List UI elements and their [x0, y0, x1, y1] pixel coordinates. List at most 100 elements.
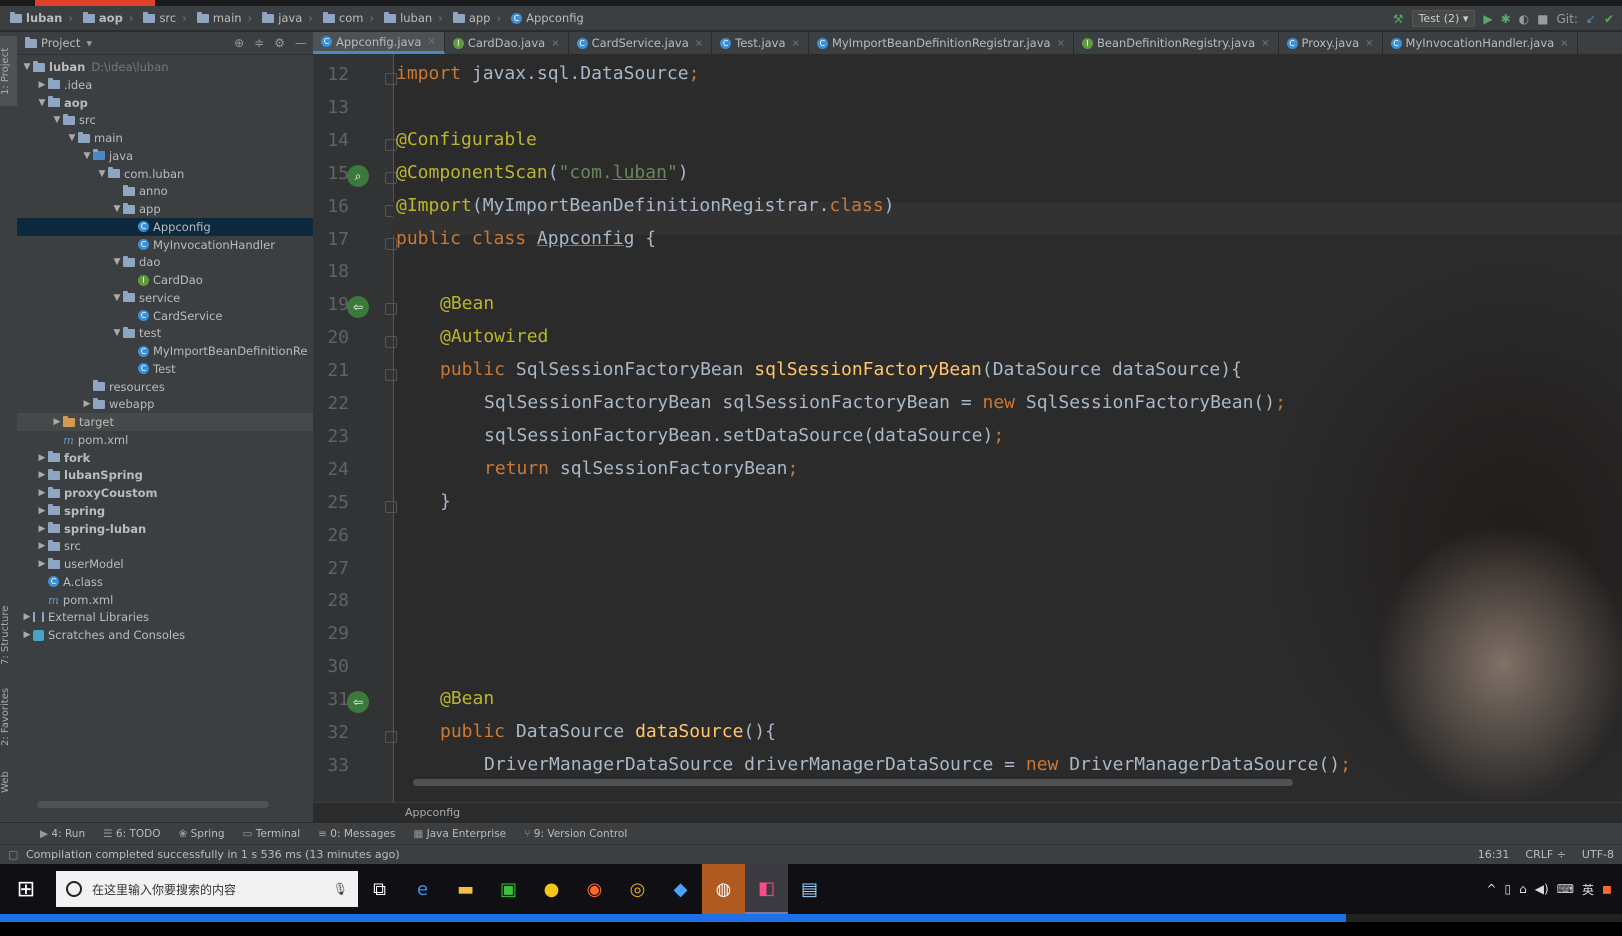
gear-icon[interactable]: ⚙ — [274, 36, 285, 50]
tab-0[interactable]: C Appconfig.java × — [313, 32, 445, 54]
crumb-luban[interactable]: luban › — [10, 11, 73, 25]
close-icon[interactable]: × — [427, 36, 435, 47]
chevron-right-icon[interactable]: ▶ — [36, 524, 48, 534]
fold-marker[interactable] — [385, 369, 397, 382]
notes-app-icon[interactable]: ▤ — [788, 864, 831, 914]
vcs-update-icon[interactable]: ↙ — [1586, 12, 1596, 26]
chevron-right-icon[interactable]: ▶ — [36, 80, 48, 90]
file-explorer-icon[interactable]: ▬ — [444, 864, 487, 914]
tool-window-button[interactable]: ≡ 0: Messages — [318, 828, 395, 840]
tree-item[interactable]: ▼ luban D:\idea\luban — [17, 58, 317, 76]
chevron-down-icon[interactable]: ▼ — [81, 151, 93, 161]
tool-window-button[interactable]: ⑂ 9: Version Control — [524, 828, 627, 840]
tab-5[interactable]: I BeanDefinitionRegistry.java × — [1074, 32, 1279, 54]
tree-item[interactable]: ▶ lubanSpring — [17, 466, 332, 484]
bean-gutter-icon[interactable]: ⇦ — [347, 296, 369, 319]
tree-item[interactable]: ▶ .idea — [17, 76, 332, 94]
chevron-right-icon[interactable]: ▶ — [81, 399, 93, 409]
tree-item[interactable]: ▶ userModel — [17, 555, 332, 573]
editor-breadcrumb[interactable]: Appconfig — [313, 802, 1622, 822]
task-view-icon[interactable]: ⧉ — [358, 864, 401, 914]
crumb-aop[interactable]: aop › — [82, 11, 133, 25]
tab-1[interactable]: I CardDao.java × — [445, 32, 569, 54]
tree-item[interactable]: m pom.xml — [17, 431, 347, 449]
project-view-select[interactable]: Project — [41, 36, 80, 50]
chevron-down-icon[interactable]: ▼ — [21, 62, 33, 72]
chevron-down-icon[interactable]: ▼ — [111, 257, 123, 267]
run-icon[interactable]: ▶ — [1483, 12, 1492, 26]
close-icon[interactable]: × — [551, 38, 559, 49]
microphone-icon[interactable]: 🎙 — [333, 882, 348, 896]
build-hammer-icon[interactable]: ⚒ — [1393, 12, 1404, 26]
coverage-icon[interactable]: ◐ — [1519, 12, 1529, 26]
crumb-app[interactable]: app › — [452, 11, 501, 25]
intellij-idea-icon[interactable]: ◧ — [745, 864, 788, 914]
tree-item[interactable]: ▶ spring — [17, 502, 332, 520]
crumb-appconfig[interactable]: C Appconfig — [511, 11, 584, 25]
windows-start-icon[interactable]: ⊞ — [0, 864, 52, 914]
code-editor[interactable]: 12 13 14 15 16 17 18 19 20 21 22 23 24 25 26 27 28 29 30 31… — [313, 54, 1622, 802]
chevron-right-icon[interactable]: ▶ — [36, 488, 48, 498]
chevron-right-icon[interactable]: ▶ — [36, 559, 48, 569]
tree-item[interactable]: ▶ src — [17, 537, 332, 555]
tool-window-button[interactable]: ▭ Terminal — [243, 828, 301, 840]
run-config-select[interactable]: Test (2) ▾ — [1411, 10, 1476, 27]
chevron-right-icon[interactable]: ▶ — [36, 470, 48, 480]
chevron-right-icon[interactable]: ▶ — [21, 630, 33, 640]
web-tool-button[interactable]: Web — [0, 762, 17, 802]
app-highlighted-icon[interactable]: ◍ — [702, 864, 745, 914]
close-icon[interactable]: × — [1261, 38, 1269, 49]
stop-icon[interactable]: ■ — [1537, 12, 1548, 26]
line-separator[interactable]: CRLF ÷ — [1525, 848, 1566, 861]
close-icon[interactable]: × — [1560, 38, 1568, 49]
tab-4[interactable]: C MyImportBeanDefinitionRegistrar.java × — [809, 32, 1074, 54]
app-blue-icon[interactable]: ◆ — [659, 864, 702, 914]
chevron-down-icon[interactable]: ▼ — [111, 328, 123, 338]
tab-7[interactable]: C MyInvocationHandler.java × — [1383, 32, 1578, 54]
tree-item[interactable]: ▼ src — [17, 111, 347, 129]
tree-item[interactable]: ▶ Scratches and Consoles — [17, 626, 317, 644]
editor-scrollbar[interactable] — [413, 779, 1293, 786]
tab-6[interactable]: C Proxy.java × — [1279, 32, 1383, 54]
tray-keyboard-icon[interactable]: ⌨ — [1557, 882, 1574, 896]
taskbar-search-box[interactable]: 在这里输入你要搜索的内容 🎙 — [56, 871, 358, 907]
favorites-tool-button[interactable]: 2: Favorites — [0, 682, 17, 752]
crumb-main[interactable]: main › — [196, 11, 252, 25]
bean-gutter-icon[interactable]: ⇦ — [347, 691, 369, 714]
chrome-icon[interactable]: ◎ — [616, 864, 659, 914]
debug-bug-icon[interactable]: ✱ — [1501, 12, 1511, 26]
tree-item[interactable]: C A.class — [17, 573, 332, 591]
find-usages-icon[interactable]: ⌕ — [347, 164, 369, 187]
tree-item[interactable]: ▶ External Libraries — [17, 608, 317, 626]
tree-item[interactable]: ▼ main — [17, 129, 362, 147]
hide-icon[interactable]: — — [295, 36, 307, 50]
chevron-right-icon[interactable]: ▶ — [36, 541, 48, 551]
chevron-right-icon[interactable]: ▶ — [36, 506, 48, 516]
chevron-down-icon[interactable]: ▼ — [111, 293, 123, 303]
tab-3[interactable]: C Test.java × — [712, 32, 809, 54]
chevron-down-icon[interactable]: ▼ — [51, 115, 63, 125]
video-progress-bar[interactable] — [0, 914, 1622, 922]
tool-window-button[interactable]: ☰ 6: TODO — [103, 828, 160, 840]
app-orange-icon[interactable]: ◉ — [573, 864, 616, 914]
tray-language[interactable]: 英 — [1582, 881, 1594, 898]
qq-icon[interactable]: ● — [530, 864, 573, 914]
crumb-src[interactable]: src › — [143, 11, 187, 25]
chevron-right-icon[interactable]: ▶ — [36, 453, 48, 463]
tray-usb-icon[interactable]: ▯ — [1505, 882, 1512, 896]
tray-network-icon[interactable]: ⌂ — [1519, 882, 1527, 896]
fold-marker[interactable] — [385, 500, 397, 513]
tray-chevron-icon[interactable]: ^ — [1486, 882, 1496, 896]
crumb-java[interactable]: java › — [262, 11, 313, 25]
tool-window-button[interactable]: ▦ Java Enterprise — [413, 828, 506, 840]
tree-item[interactable]: ▶ target — [17, 413, 347, 431]
iqiyi-icon[interactable]: ▣ — [487, 864, 530, 914]
chevron-right-icon[interactable]: ▶ — [51, 417, 63, 427]
tree-item[interactable]: m pom.xml — [17, 591, 332, 609]
chevron-right-icon[interactable]: ▶ — [21, 612, 33, 622]
crumb-com[interactable]: com › — [322, 11, 374, 25]
structure-tool-button[interactable]: 7: Structure — [0, 600, 17, 670]
fold-marker[interactable] — [385, 303, 397, 316]
collapse-all-icon[interactable]: ≑ — [254, 36, 264, 50]
chevron-down-icon[interactable]: ▼ — [66, 133, 78, 143]
